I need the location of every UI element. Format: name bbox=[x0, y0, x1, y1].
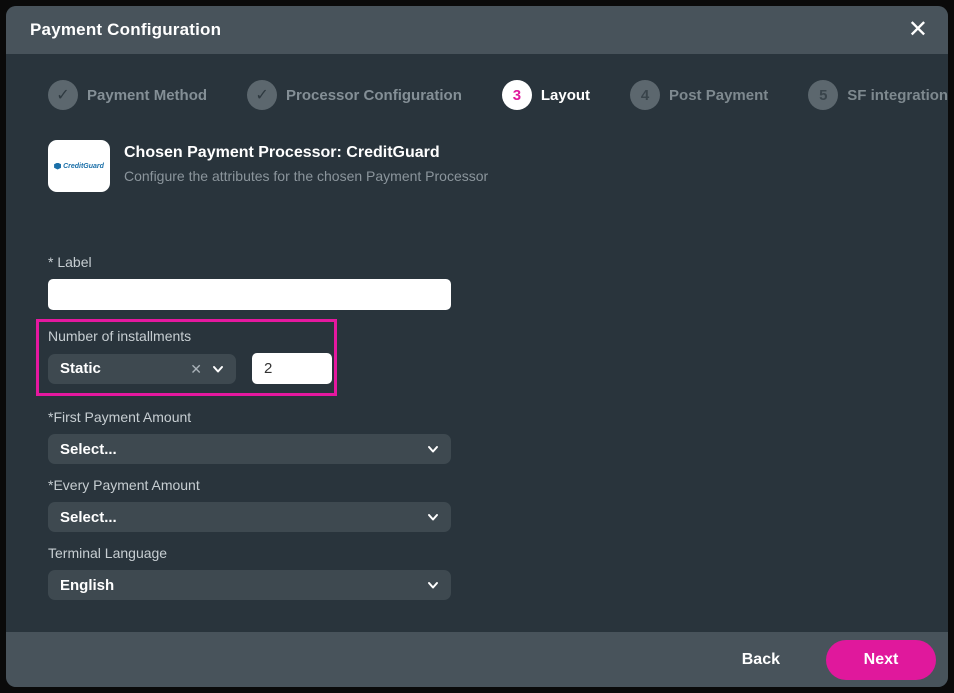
step-payment-method[interactable]: ✓ Payment Method bbox=[48, 80, 207, 110]
step-label: SF integration bbox=[847, 87, 948, 104]
modal-header: Payment Configuration ✕ bbox=[6, 6, 948, 54]
first-payment-label: *First Payment Amount bbox=[48, 409, 906, 425]
step-number-badge: 3 bbox=[502, 80, 532, 110]
chevron-down-icon bbox=[427, 511, 439, 523]
step-label: Post Payment bbox=[669, 87, 768, 104]
chosen-processor-subheading: Configure the attributes for the chosen … bbox=[124, 168, 488, 184]
installments-type-select[interactable]: Static ✕ bbox=[48, 354, 236, 384]
chosen-processor-heading: Chosen Payment Processor: CreditGuard bbox=[124, 144, 488, 162]
terminal-language-value: English bbox=[48, 577, 427, 594]
label-input[interactable] bbox=[48, 279, 451, 310]
chevron-down-icon bbox=[427, 579, 439, 591]
payment-configuration-modal: Payment Configuration ✕ ✓ Payment Method… bbox=[6, 6, 948, 687]
terminal-language-label: Terminal Language bbox=[48, 545, 906, 561]
installments-type-value: Static bbox=[48, 360, 190, 377]
back-button[interactable]: Back bbox=[724, 643, 798, 677]
every-payment-label: *Every Payment Amount bbox=[48, 477, 906, 493]
step-post-payment[interactable]: 4 Post Payment bbox=[630, 80, 768, 110]
screen-background: Payment Configuration ✕ ✓ Payment Method… bbox=[0, 0, 954, 693]
chevron-down-icon bbox=[212, 363, 224, 375]
first-payment-value: Select... bbox=[48, 441, 427, 458]
installments-highlight-box: Number of installments Static ✕ bbox=[36, 319, 337, 396]
step-sf-integration[interactable]: 5 SF integration bbox=[808, 80, 948, 110]
step-processor-configuration[interactable]: ✓ Processor Configuration bbox=[247, 80, 462, 110]
step-layout[interactable]: 3 Layout bbox=[502, 80, 590, 110]
step-label: Processor Configuration bbox=[286, 87, 462, 104]
creditguard-logo-glyph bbox=[54, 163, 61, 170]
creditguard-logo: CreditGuard bbox=[48, 140, 110, 192]
step-label: Layout bbox=[541, 87, 590, 104]
next-button[interactable]: Next bbox=[826, 640, 936, 680]
terminal-language-select[interactable]: English bbox=[48, 570, 451, 600]
chevron-down-icon bbox=[427, 443, 439, 455]
step-number-badge: 5 bbox=[808, 80, 838, 110]
step-label: Payment Method bbox=[87, 87, 207, 104]
every-payment-select[interactable]: Select... bbox=[48, 502, 451, 532]
installments-count-input[interactable] bbox=[252, 353, 332, 384]
clear-icon[interactable]: ✕ bbox=[190, 362, 212, 376]
modal-footer: Back Next bbox=[6, 632, 948, 687]
installments-label: Number of installments bbox=[48, 328, 334, 344]
first-payment-select[interactable]: Select... bbox=[48, 434, 451, 464]
processor-info: CreditGuard Chosen Payment Processor: Cr… bbox=[48, 140, 906, 192]
layout-form: * Label Number of installments Static ✕ bbox=[48, 254, 906, 600]
check-icon: ✓ bbox=[48, 80, 78, 110]
every-payment-value: Select... bbox=[48, 509, 427, 526]
check-icon: ✓ bbox=[247, 80, 277, 110]
wizard-stepper: ✓ Payment Method ✓ Processor Configurati… bbox=[48, 80, 906, 110]
creditguard-logo-text: CreditGuard bbox=[63, 163, 104, 170]
modal-title: Payment Configuration bbox=[30, 20, 221, 40]
modal-body: ✓ Payment Method ✓ Processor Configurati… bbox=[6, 54, 948, 632]
label-field-label: * Label bbox=[48, 254, 906, 270]
close-icon[interactable]: ✕ bbox=[908, 18, 928, 42]
step-number-badge: 4 bbox=[630, 80, 660, 110]
